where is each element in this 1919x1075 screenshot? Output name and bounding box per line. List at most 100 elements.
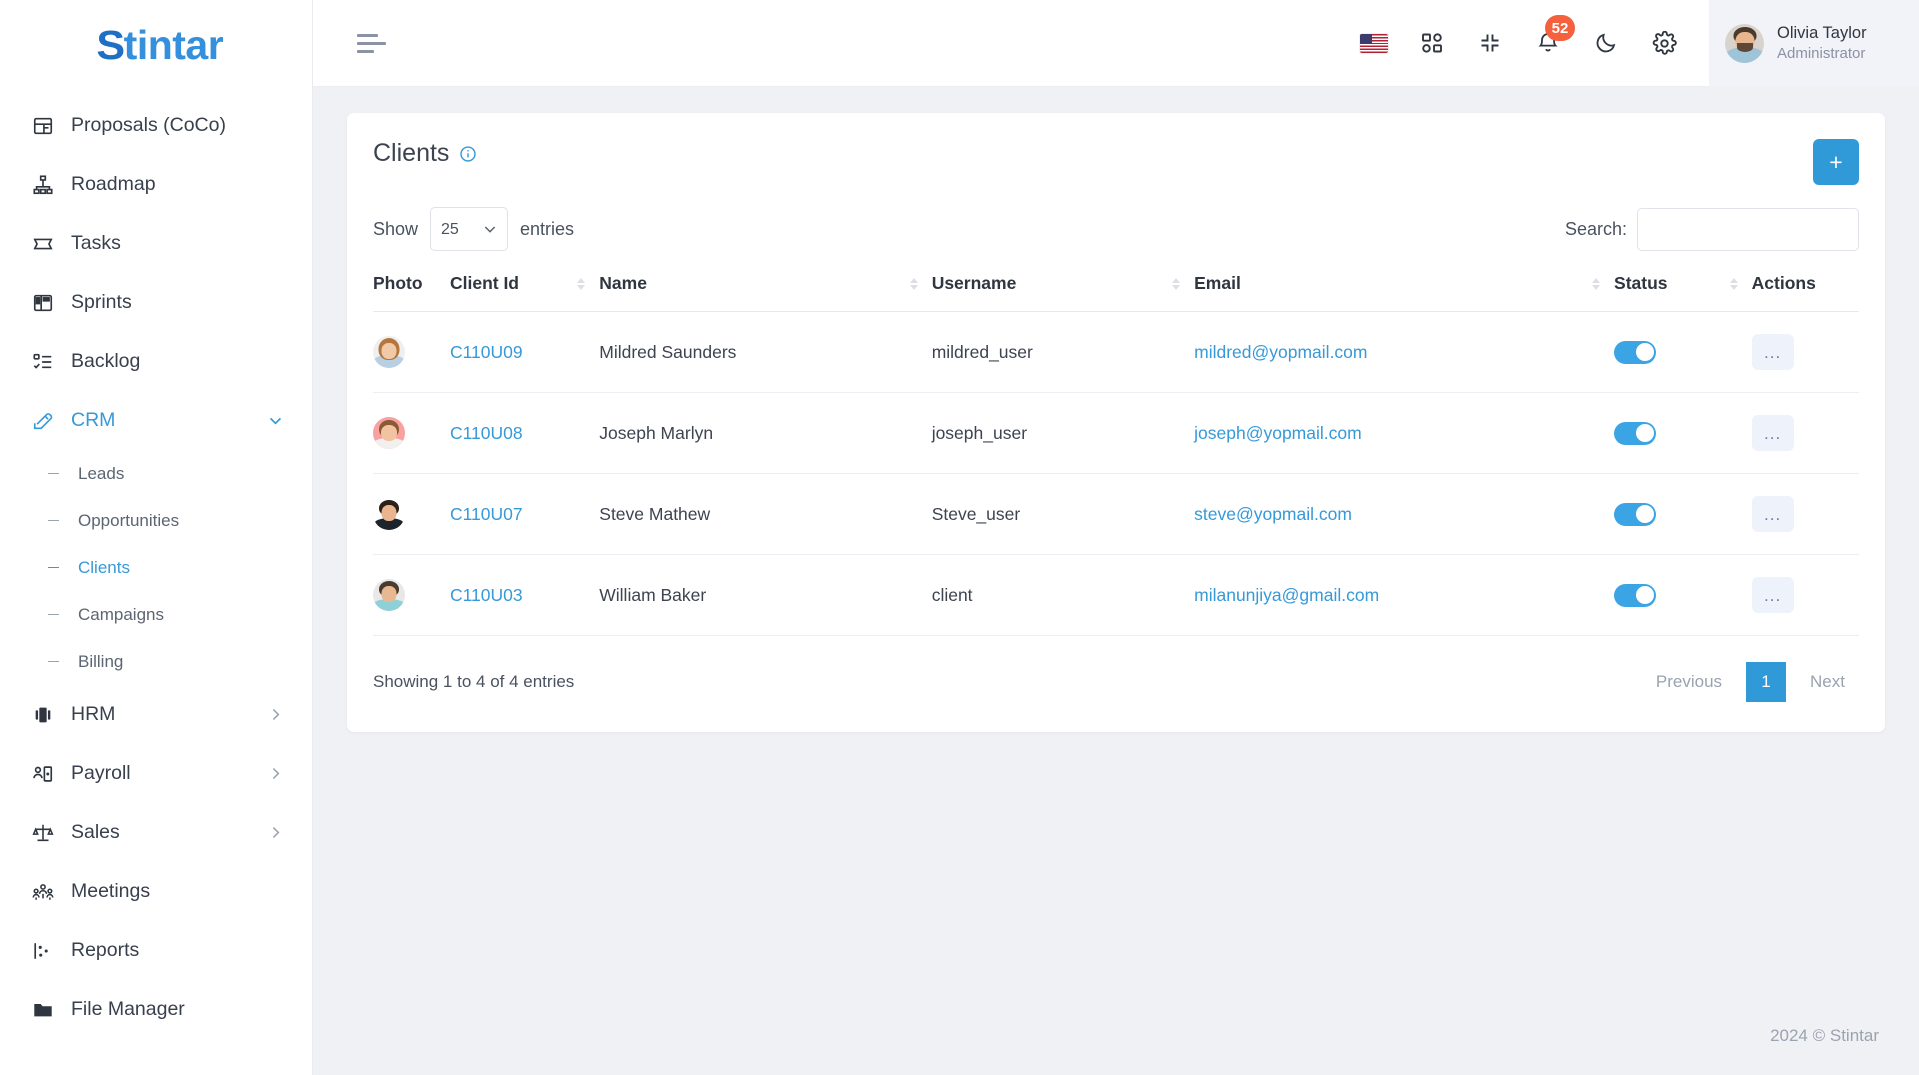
cell-client-id: C110U07 — [449, 473, 600, 555]
client-id-link[interactable]: C110U09 — [450, 342, 523, 362]
menu-toggle-icon[interactable] — [357, 33, 391, 53]
sort-icon[interactable] — [909, 277, 918, 290]
fullscreen-exit-icon[interactable] — [1475, 28, 1505, 58]
notification-badge: 52 — [1545, 15, 1575, 41]
column-header-status[interactable]: Status — [1614, 273, 1752, 312]
column-header-name[interactable]: Name — [599, 273, 932, 312]
sidebar-item-reports[interactable]: Reports — [0, 921, 312, 980]
previous-page-button[interactable]: Previous — [1642, 662, 1736, 702]
status-toggle[interactable] — [1614, 502, 1657, 526]
sales-icon — [30, 820, 56, 846]
user-role: Administrator — [1777, 45, 1866, 62]
email-link[interactable]: milanunjiya@gmail.com — [1194, 585, 1379, 605]
sidebar-item-crm[interactable]: CRM — [0, 391, 312, 450]
row-actions-button[interactable]: ... — [1751, 577, 1794, 613]
column-header-username[interactable]: Username — [931, 273, 1195, 312]
entries-select[interactable]: 25 — [430, 207, 509, 251]
row-actions-button[interactable]: ... — [1751, 415, 1794, 451]
show-label: Show — [373, 218, 419, 239]
apps-grid-icon[interactable] — [1417, 28, 1447, 58]
status-toggle[interactable] — [1614, 340, 1657, 364]
sidebar-subitem-label: Campaigns — [78, 604, 164, 624]
row-actions-button[interactable]: ... — [1751, 496, 1794, 532]
sidebar-item-tasks[interactable]: Tasks — [0, 214, 312, 273]
sidebar-item-label: Reports — [71, 939, 140, 961]
avatar — [1725, 23, 1764, 63]
topbar: 52 Olivia Taylor Administrator — [313, 0, 1919, 87]
email-link[interactable]: joseph@yopmail.com — [1194, 423, 1362, 443]
client-id-link[interactable]: C110U07 — [450, 504, 523, 524]
sidebar-item-sprints[interactable]: Sprints — [0, 273, 312, 332]
cell-photo — [373, 554, 450, 636]
sidebar-subitem-billing[interactable]: Billing — [0, 638, 312, 685]
add-client-button[interactable]: + — [1813, 139, 1859, 185]
column-label: Status — [1614, 273, 1668, 293]
sidebar-item-sales[interactable]: Sales — [0, 803, 312, 862]
status-toggle[interactable] — [1614, 583, 1657, 607]
sidebar-item-label: HRM — [71, 703, 116, 725]
info-circle-icon[interactable] — [459, 145, 477, 163]
dash-icon — [40, 472, 66, 475]
email-link[interactable]: mildred@yopmail.com — [1194, 342, 1367, 362]
chevron-right-icon[interactable] — [267, 765, 284, 782]
sidebar-subitem-clients[interactable]: Clients — [0, 544, 312, 591]
cell-client-id: C110U03 — [449, 554, 600, 636]
sidebar-item-label: Backlog — [71, 350, 141, 372]
column-header-email[interactable]: Email — [1194, 273, 1615, 312]
sidebar-item-hrm[interactable]: HRM — [0, 685, 312, 744]
chevron-right-icon[interactable] — [267, 824, 284, 841]
brand-logo[interactable]: Stintar — [0, 0, 312, 90]
sidebar-item-label: Tasks — [71, 232, 121, 254]
sidebar-item-roadmap[interactable]: Roadmap — [0, 155, 312, 214]
column-label: Email — [1194, 273, 1241, 293]
notifications-bell-icon[interactable]: 52 — [1533, 15, 1575, 58]
column-label: Username — [931, 273, 1017, 293]
row-actions-button[interactable]: ... — [1751, 334, 1794, 370]
dash-icon — [40, 613, 66, 616]
sort-icon[interactable] — [577, 277, 586, 290]
sidebar-item-backlog[interactable]: Backlog — [0, 332, 312, 391]
table-row: C110U03 William Baker client milanunjiya… — [373, 554, 1859, 636]
sidebar-item-file-manager[interactable]: File Manager — [0, 980, 312, 1039]
clients-table: Photo Client Id Name Username Email Stat… — [373, 273, 1859, 636]
sidebar-item-meetings[interactable]: Meetings — [0, 862, 312, 921]
dark-mode-moon-icon[interactable] — [1591, 28, 1621, 58]
search-input[interactable] — [1637, 207, 1859, 251]
cell-email: joseph@yopmail.com — [1194, 392, 1615, 474]
page-title: Clients — [373, 139, 477, 168]
user-profile-menu[interactable]: Olivia Taylor Administrator — [1709, 0, 1919, 87]
next-page-button[interactable]: Next — [1796, 662, 1859, 702]
sort-icon[interactable] — [1172, 277, 1181, 290]
email-link[interactable]: steve@yopmail.com — [1194, 504, 1352, 524]
sort-icon[interactable] — [1729, 277, 1738, 290]
sidebar-subitem-leads[interactable]: Leads — [0, 450, 312, 497]
sidebar-item-payroll[interactable]: Payroll — [0, 744, 312, 803]
sidebar-subitem-label: Opportunities — [78, 510, 180, 530]
sidebar-item-label: File Manager — [71, 998, 185, 1020]
sidebar-item-label: Meetings — [71, 880, 151, 902]
language-flag-icon[interactable] — [1359, 28, 1389, 58]
settings-gear-icon[interactable] — [1649, 28, 1679, 58]
sidebar-item-label: Sales — [71, 821, 120, 843]
cell-status — [1614, 473, 1752, 555]
cell-username: Steve_user — [931, 473, 1195, 555]
page-title-text: Clients — [373, 139, 450, 167]
cell-name: William Baker — [599, 554, 932, 636]
hrm-icon — [30, 702, 56, 728]
chevron-down-icon[interactable] — [267, 412, 284, 429]
column-label: Actions — [1751, 273, 1816, 293]
client-id-link[interactable]: C110U03 — [450, 585, 523, 605]
sidebar-subitem-opportunities[interactable]: Opportunities — [0, 497, 312, 544]
page-number-1[interactable]: 1 — [1746, 662, 1787, 702]
chevron-right-icon[interactable] — [267, 706, 284, 723]
client-id-link[interactable]: C110U08 — [450, 423, 523, 443]
cell-name: Mildred Saunders — [599, 311, 932, 393]
sidebar-subitem-campaigns[interactable]: Campaigns — [0, 591, 312, 638]
cell-client-id: C110U08 — [449, 392, 600, 474]
status-toggle[interactable] — [1614, 421, 1657, 445]
sort-icon[interactable] — [1592, 277, 1601, 290]
column-header-client-id[interactable]: Client Id — [449, 273, 600, 312]
sidebar-item-proposals[interactable]: Proposals (CoCo) — [0, 96, 312, 155]
entries-select-wrap: 25 — [430, 207, 509, 251]
avatar — [373, 579, 405, 611]
